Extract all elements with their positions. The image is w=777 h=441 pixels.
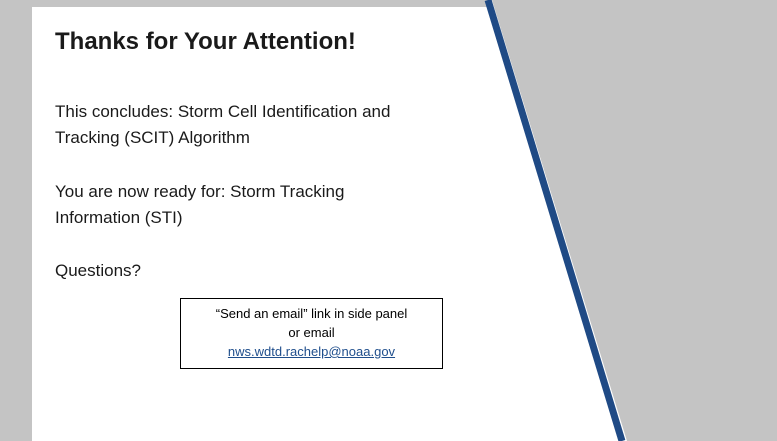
ready-text-line-1: You are now ready for: Storm Tracking: [55, 182, 345, 201]
ready-text-line-2: Information (STI): [55, 208, 183, 227]
concludes-text-line-1: This concludes: Storm Cell Identificatio…: [55, 102, 391, 121]
email-link[interactable]: nws.wdtd.rachelp@noaa.gov: [228, 344, 395, 359]
slide: Thanks for Your Attention! This conclude…: [0, 0, 777, 441]
contact-line-1: “Send an email” link in side panel: [215, 306, 408, 321]
questions-text: Questions?: [55, 261, 141, 280]
right-gray-panel: [492, 0, 777, 441]
contact-line-2: or email: [288, 325, 335, 340]
concludes-text-line-2: Tracking (SCIT) Algorithm: [55, 128, 250, 147]
contact-box: “Send an email” link in side panel or em…: [180, 298, 443, 369]
slide-title: Thanks for Your Attention!: [55, 28, 356, 55]
